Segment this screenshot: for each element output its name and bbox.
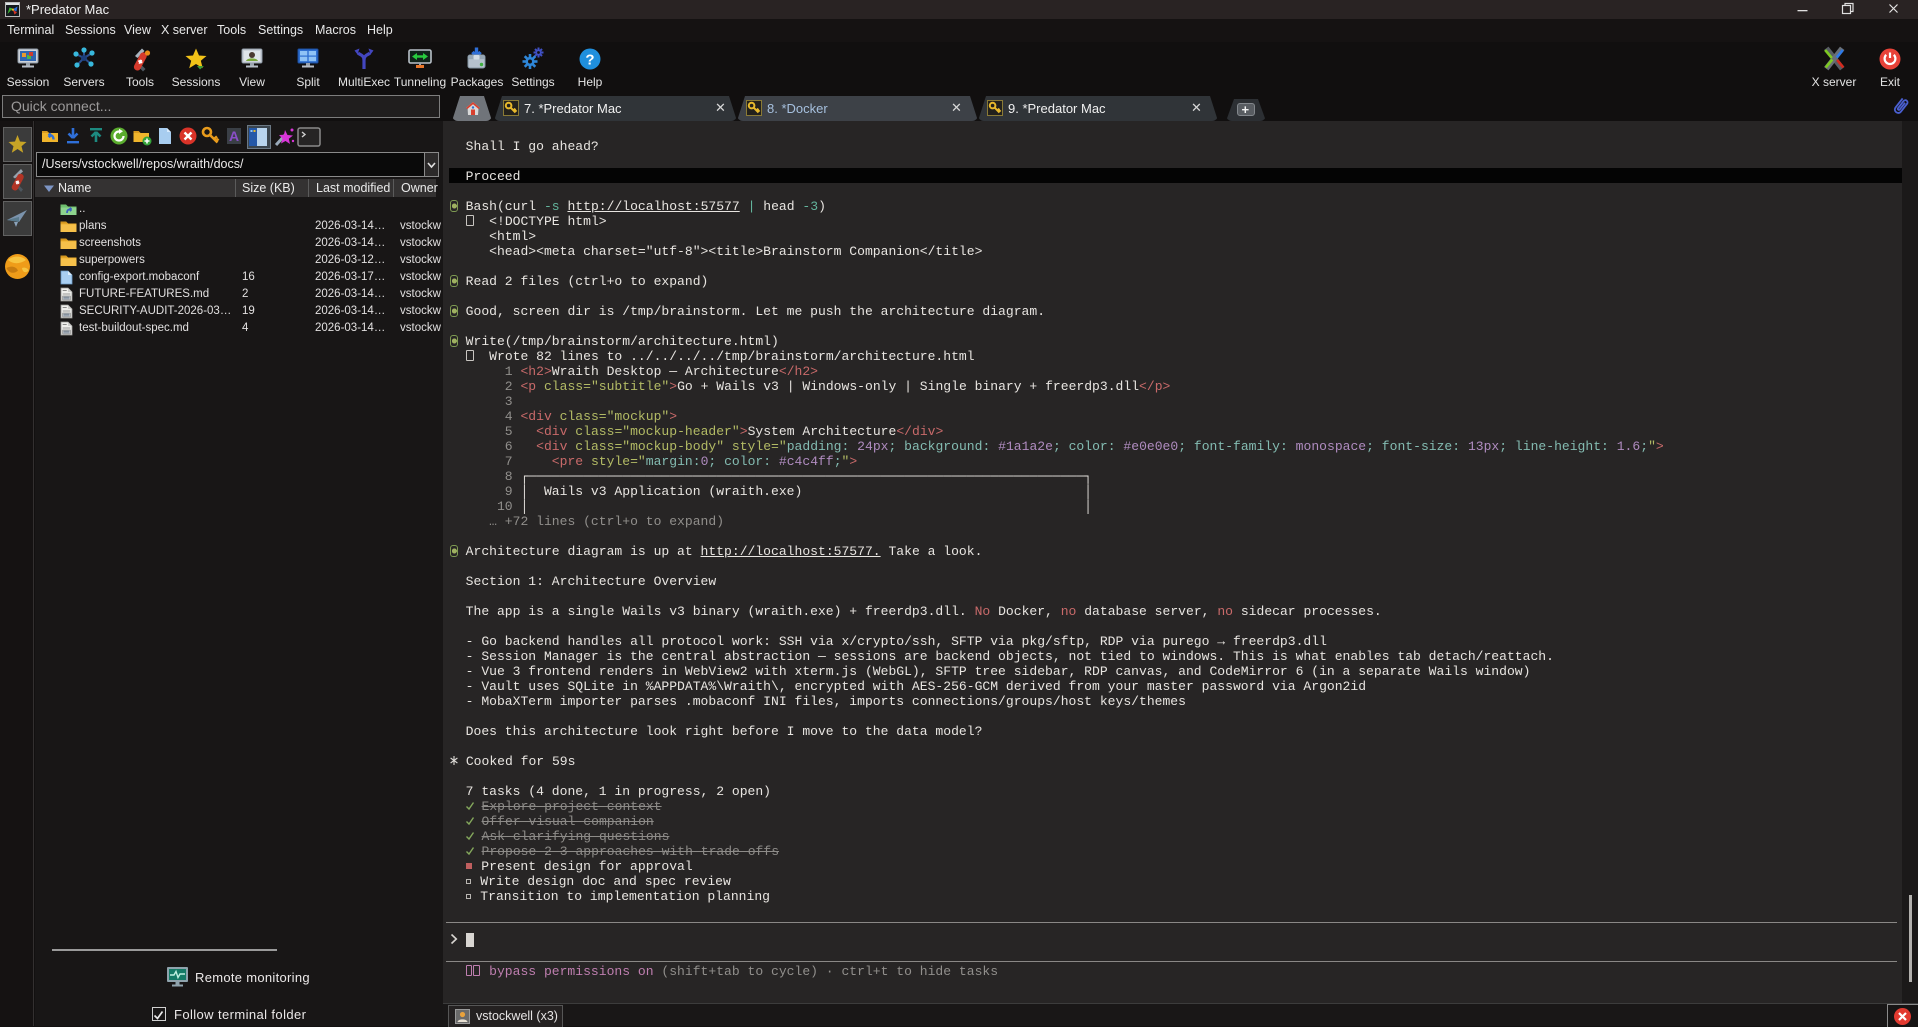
svg-text:A: A xyxy=(229,128,239,144)
svg-text:?: ? xyxy=(585,52,594,69)
